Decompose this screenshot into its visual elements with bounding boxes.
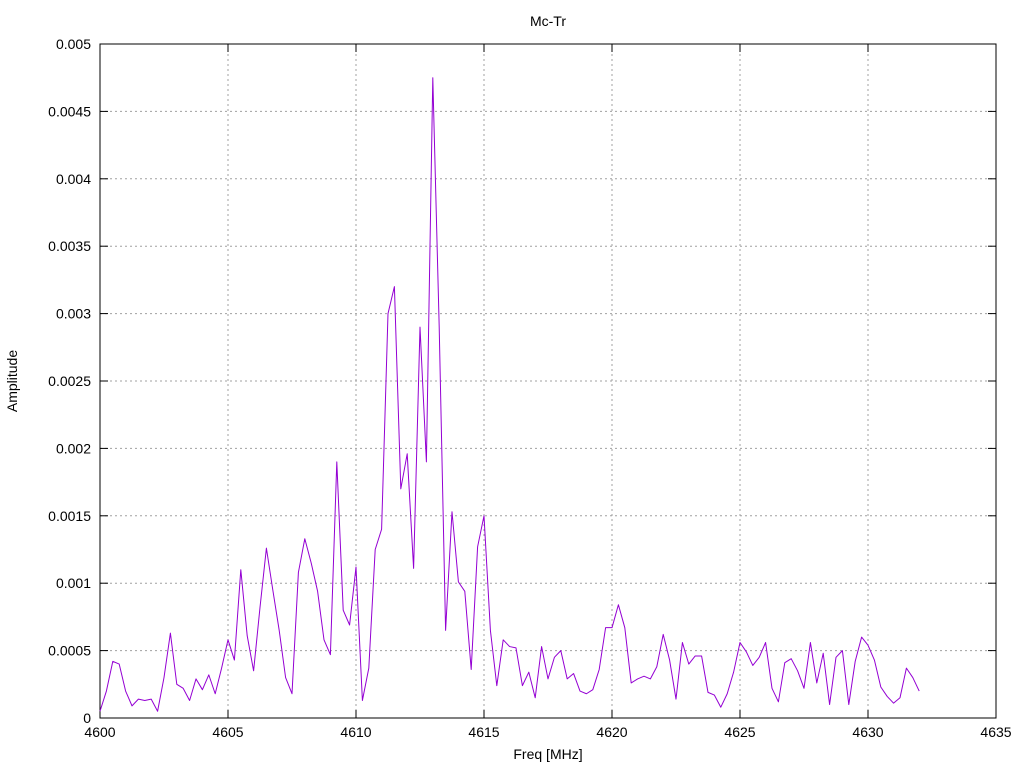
y-tick-label: 0.003	[56, 306, 91, 322]
y-tick-label: 0.005	[56, 36, 91, 52]
line-chart: 4600 4605 4610 4615 4620 4625 4630 4635 0 0.0005…	[4, 13, 1012, 762]
chart-title: Mc-Tr	[530, 13, 566, 29]
y-tick-label: 0.004	[56, 171, 91, 187]
x-tick-label: 4635	[980, 724, 1011, 740]
y-tick-label: 0.001	[56, 575, 91, 591]
x-tick-label: 4630	[852, 724, 883, 740]
y-tick-labels: 0 0.0005 0.001 0.0015 0.002 0.0025 0.003 0.0035…	[48, 36, 91, 726]
x-axis-label: Freq [MHz]	[513, 746, 582, 762]
x-tick-label: 4610	[340, 724, 371, 740]
y-axis-label: Amplitude	[4, 350, 20, 412]
series-line	[99, 77, 920, 712]
y-tick-label: 0.0045	[48, 103, 91, 119]
y-tick-label: 0.0035	[48, 238, 91, 254]
x-tick-label: 4605	[212, 724, 243, 740]
x-tick-label: 4600	[84, 724, 115, 740]
y-tick-label: 0	[83, 710, 91, 726]
y-tick-label: 0.0025	[48, 373, 91, 389]
y-tick-label: 0.0005	[48, 643, 91, 659]
y-tick-label: 0.0015	[48, 508, 91, 524]
y-tick-label: 0.002	[56, 440, 91, 456]
x-tick-labels: 4600 4605 4610 4615 4620 4625 4630 4635	[84, 724, 1011, 740]
x-tick-label: 4615	[468, 724, 499, 740]
grid-lines	[100, 44, 996, 718]
x-tick-label: 4625	[724, 724, 755, 740]
x-tick-label: 4620	[596, 724, 627, 740]
